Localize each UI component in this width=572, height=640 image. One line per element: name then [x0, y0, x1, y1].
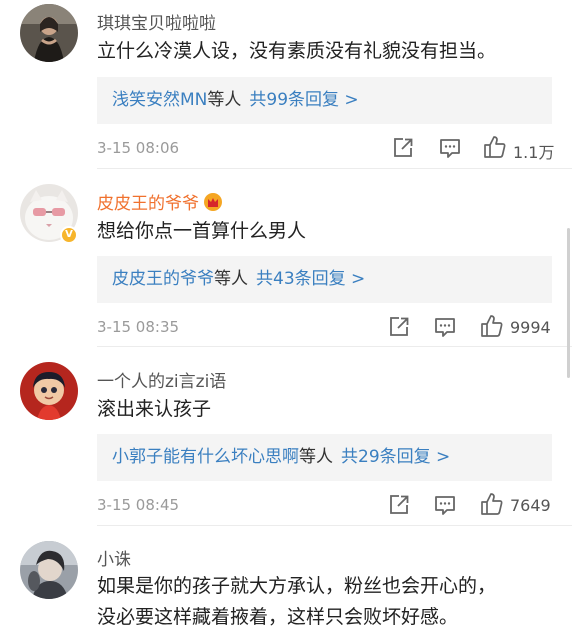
comment-time: 3-15 08:35	[97, 318, 180, 336]
reply-names[interactable]: 浅笑安然MN	[112, 90, 207, 110]
comment-text: 如果是你的孩子就大方承认，粉丝也会开心的， 没必要这样藏着掖着，这样只会败坏好感…	[97, 571, 542, 633]
like-count: 1.1万	[513, 143, 555, 162]
like-icon[interactable]	[479, 313, 505, 339]
comment-icon[interactable]	[432, 314, 458, 340]
like-count: 9994	[510, 318, 551, 337]
share-icon[interactable]	[386, 314, 412, 340]
comment-text-line: 滚出来认孩子	[97, 398, 212, 420]
share-icon[interactable]	[386, 492, 412, 518]
avatar[interactable]	[20, 4, 78, 62]
reply-count[interactable]: 共99条回复 >	[249, 90, 358, 110]
reply-summary[interactable]: 浅笑安然MN等人 共99条回复 >	[97, 77, 552, 124]
username-text[interactable]: 皮皮王的爷爷	[97, 194, 199, 214]
comment-text: 滚出来认孩子	[97, 394, 542, 425]
reply-names[interactable]: 小郭子能有什么坏心思啊	[112, 447, 299, 467]
reply-middle-text: 等人	[299, 447, 333, 467]
reply-middle-text: 等人	[207, 90, 242, 110]
divider	[97, 346, 572, 347]
comment-text: 想给你点一首算什么男人	[97, 216, 542, 247]
comment-text-line: 没必要这样藏着掖着，这样只会败坏好感。	[97, 606, 459, 628]
reply-middle-text: 等人	[214, 269, 248, 289]
username[interactable]: 琪琪宝贝啦啦啦	[97, 9, 216, 34]
reply-summary[interactable]: 皮皮王的爷爷等人 共43条回复 >	[97, 256, 552, 303]
avatar[interactable]	[20, 362, 78, 420]
verified-badge-icon: V	[60, 226, 78, 244]
reply-summary[interactable]: 小郭子能有什么坏心思啊等人 共29条回复 >	[97, 434, 552, 481]
username[interactable]: 皮皮王的爷爷	[97, 189, 223, 214]
comment-time: 3-15 08:06	[97, 139, 180, 157]
like-icon[interactable]	[482, 134, 508, 160]
comment-text-line: 立什么冷漠人设，没有素质没有礼貌没有担当。	[97, 40, 497, 62]
like-count: 7649	[510, 496, 551, 515]
like-icon[interactable]	[479, 491, 505, 517]
reply-names[interactable]: 皮皮王的爷爷	[112, 269, 214, 289]
username[interactable]: 小诛	[97, 545, 131, 570]
divider	[97, 525, 572, 526]
divider	[97, 168, 572, 169]
reply-count[interactable]: 共29条回复 >	[341, 447, 450, 467]
comment-icon[interactable]	[432, 492, 458, 518]
comment-text: 立什么冷漠人设，没有素质没有礼貌没有担当。	[97, 36, 542, 67]
share-icon[interactable]	[390, 135, 416, 161]
comment-text-line: 如果是你的孩子就大方承认，粉丝也会开心的，	[97, 575, 497, 597]
avatar[interactable]	[20, 541, 78, 599]
comment-icon[interactable]	[437, 135, 463, 161]
comment-time: 3-15 08:45	[97, 496, 180, 514]
crown-badge-icon	[204, 193, 222, 211]
username[interactable]: 一个人的zi言zi语	[97, 367, 226, 392]
reply-count[interactable]: 共43条回复 >	[256, 269, 365, 289]
scrollbar[interactable]	[567, 228, 570, 378]
comment-text-line: 想给你点一首算什么男人	[97, 220, 307, 242]
